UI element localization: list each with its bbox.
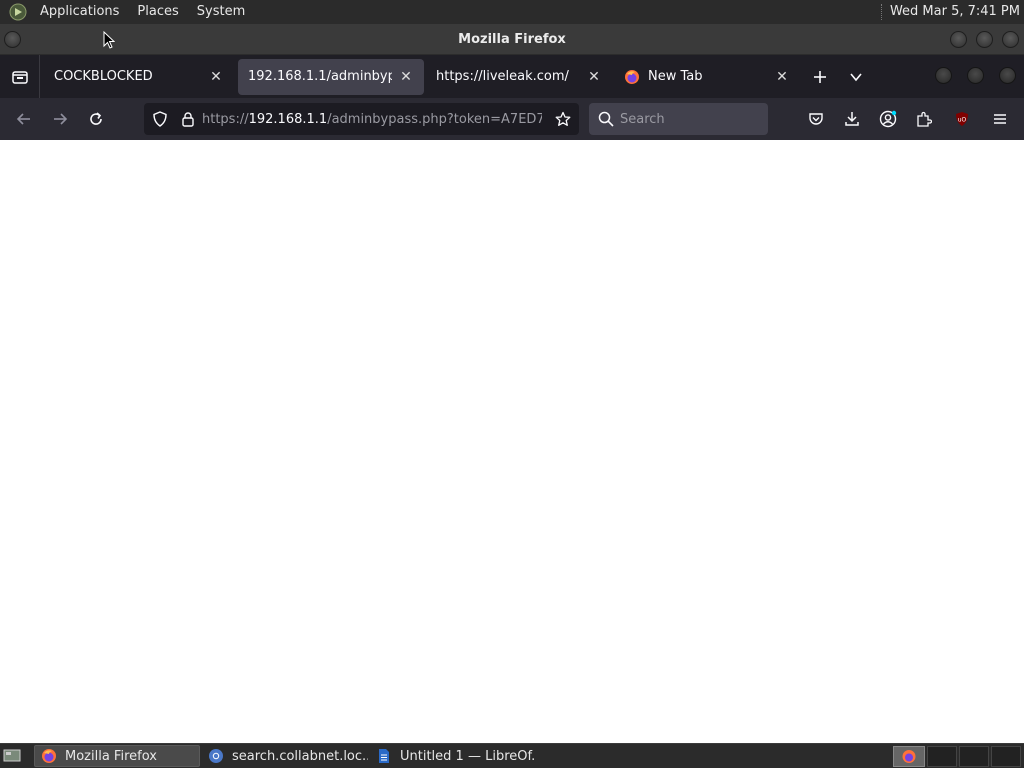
ublock-origin-icon[interactable]: uO xyxy=(950,107,974,131)
applications-menu[interactable]: Applications xyxy=(34,0,125,24)
libreoffice-writer-icon xyxy=(379,749,389,763)
search-icon xyxy=(598,111,614,127)
url-path: /adminbypass.php?token=A7ED778 xyxy=(327,111,542,127)
workspace-3[interactable] xyxy=(959,746,989,767)
desktop-icon xyxy=(3,749,21,762)
new-tab-button[interactable] xyxy=(802,59,838,95)
taskbar: Mozilla Firefox search.collabnet.loc... … xyxy=(0,743,1024,768)
url-host: 192.168.1.1 xyxy=(248,111,328,127)
firefox-icon xyxy=(902,750,916,763)
taskbar-firefox[interactable]: Mozilla Firefox xyxy=(34,745,200,767)
workspace-1[interactable] xyxy=(893,746,925,767)
close-tab-icon[interactable]: ✕ xyxy=(586,69,602,85)
firefox-icon xyxy=(42,749,56,763)
close-tab-icon[interactable]: ✕ xyxy=(774,69,790,85)
minimize-button[interactable] xyxy=(935,67,952,84)
list-all-tabs-button[interactable] xyxy=(838,59,874,95)
chevron-down-icon xyxy=(850,72,862,81)
lock-icon[interactable] xyxy=(180,111,196,127)
window-menu-button[interactable] xyxy=(4,31,21,48)
mouse-cursor-icon xyxy=(103,31,115,49)
tab-cockblocked[interactable]: COCKBLOCKED ✕ xyxy=(44,59,234,95)
panel-separator xyxy=(880,4,882,20)
close-window-button[interactable] xyxy=(1002,31,1019,48)
tab-adminbypass[interactable]: 192.168.1.1/adminbypass.p ✕ xyxy=(238,58,424,95)
taskbar-libreoffice[interactable]: Untitled 1 — LibreOf... xyxy=(370,745,536,767)
account-icon[interactable] xyxy=(876,107,900,131)
workspace-4[interactable] xyxy=(991,746,1021,767)
task-label: search.collabnet.loc... xyxy=(232,748,368,764)
places-menu[interactable]: Places xyxy=(131,0,184,24)
distro-logo-icon[interactable] xyxy=(8,2,28,22)
hamburger-menu-icon[interactable] xyxy=(988,107,1012,131)
window-titlebar[interactable]: Mozilla Firefox xyxy=(0,24,1024,55)
bookmark-star-icon[interactable] xyxy=(555,111,571,127)
tab-label: COCKBLOCKED xyxy=(54,69,153,84)
back-button[interactable] xyxy=(8,103,40,135)
tab-label: https://liveleak.com/ xyxy=(436,69,569,84)
close-tab-icon[interactable]: ✕ xyxy=(398,69,414,85)
close-tab-icon[interactable]: ✕ xyxy=(208,69,224,85)
url-bar[interactable]: https://192.168.1.1/adminbypass.php?toke… xyxy=(144,103,579,135)
tab-label: 192.168.1.1/adminbypass.p xyxy=(248,69,392,84)
url-prefix: https:// xyxy=(202,111,249,127)
chromium-icon xyxy=(209,749,223,763)
tab-label: New Tab xyxy=(648,69,703,84)
workspace-2[interactable] xyxy=(927,746,957,767)
maximize-button[interactable] xyxy=(976,31,993,48)
screen: Applications Places System Wed Mar 5, 7:… xyxy=(0,0,1024,768)
search-bar[interactable]: Search xyxy=(589,103,768,135)
arrow-right-icon xyxy=(54,113,68,125)
reload-button[interactable] xyxy=(80,103,112,135)
save-to-pocket-icon[interactable] xyxy=(804,107,828,131)
tracking-protection-shield-icon[interactable] xyxy=(152,111,168,127)
tab-liveleak[interactable]: https://liveleak.com/ ✕ xyxy=(426,59,612,95)
maximize-button[interactable] xyxy=(967,67,984,84)
tab-new-tab[interactable]: New Tab ✕ xyxy=(614,59,800,95)
plus-icon xyxy=(814,70,826,83)
navigation-toolbar: https://192.168.1.1/adminbypass.php?toke… xyxy=(0,98,1024,140)
extensions-puzzle-icon[interactable] xyxy=(912,107,936,131)
firefox-icon xyxy=(625,69,639,84)
close-button[interactable] xyxy=(999,67,1016,84)
taskbar-chromium[interactable]: search.collabnet.loc... xyxy=(202,745,368,767)
system-panel: Applications Places System Wed Mar 5, 7:… xyxy=(0,0,1024,24)
search-placeholder: Search xyxy=(620,111,665,127)
page-content[interactable] xyxy=(0,140,1024,743)
reload-icon xyxy=(90,112,102,125)
svg-text:uO: uO xyxy=(958,117,967,124)
show-desktop-button[interactable] xyxy=(0,744,24,768)
firefox-view-button[interactable] xyxy=(0,55,40,98)
firefox-view-icon xyxy=(11,70,28,84)
downloads-icon[interactable] xyxy=(840,107,864,131)
clock[interactable]: Wed Mar 5, 7:41 PM xyxy=(890,0,1020,24)
tab-strip: COCKBLOCKED ✕ 192.168.1.1/adminbypass.p … xyxy=(0,55,1024,98)
url-text[interactable]: https://192.168.1.1/adminbypass.php?toke… xyxy=(202,112,542,127)
window-title: Mozilla Firefox xyxy=(458,31,566,47)
task-label: Mozilla Firefox xyxy=(65,748,157,764)
forward-button[interactable] xyxy=(44,103,76,135)
arrow-left-icon xyxy=(16,113,30,125)
task-label: Untitled 1 — LibreOf... xyxy=(400,748,536,764)
system-menu[interactable]: System xyxy=(191,0,251,24)
minimize-button[interactable] xyxy=(950,31,967,48)
